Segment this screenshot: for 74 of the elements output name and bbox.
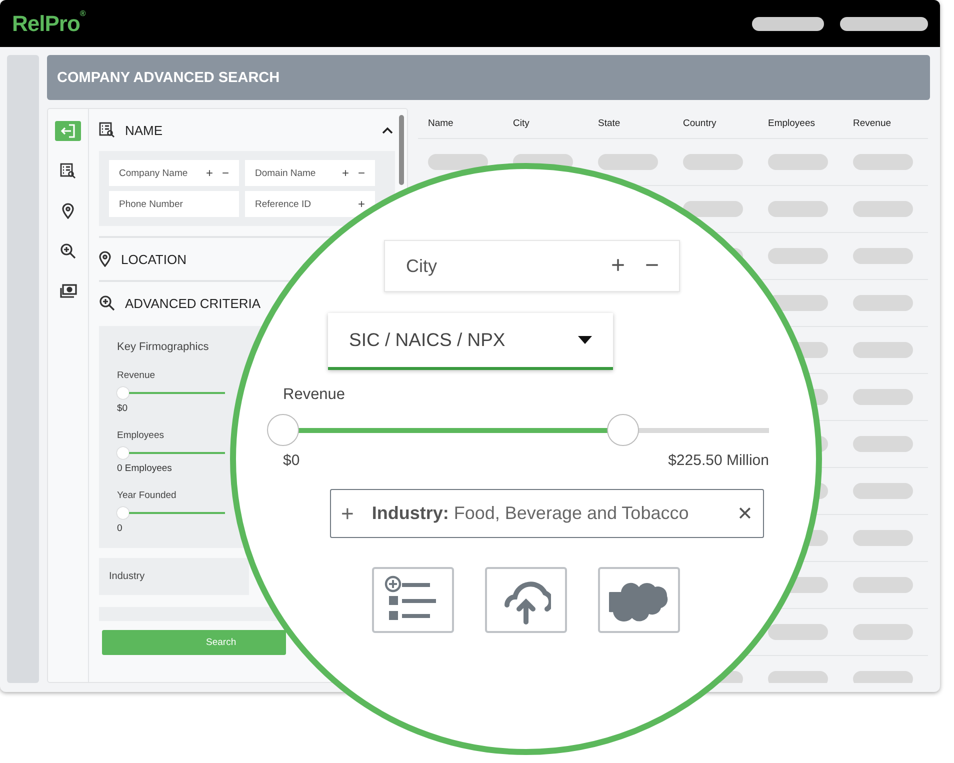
- filter-text: Industry: Food, Beverage and Tobacco: [372, 503, 689, 524]
- name-field[interactable]: Company Name + −: [109, 160, 239, 186]
- column-header: Name: [427, 118, 454, 128]
- caret-icon: [578, 336, 592, 344]
- chevron-icon[interactable]: [382, 126, 393, 134]
- section-title: ADVANCED CRITERIA: [125, 296, 261, 310]
- slider-thumb[interactable]: [117, 447, 129, 459]
- tool-button[interactable]: [598, 567, 680, 633]
- industry-filter[interactable]: + Industry: Food, Beverage and Tobacco ✕: [330, 489, 764, 538]
- money-icon: [60, 284, 76, 298]
- zoom-in-icon: [60, 243, 76, 259]
- name-field[interactable]: Reference ID +: [245, 191, 375, 217]
- page-title: COMPANY ADVANCED SEARCH: [47, 55, 930, 100]
- slider-thumb[interactable]: [117, 387, 129, 399]
- placeholder-bar: [683, 154, 743, 170]
- tool-button[interactable]: [372, 567, 454, 633]
- section-title: LOCATION: [121, 252, 186, 266]
- placeholder-bar: [853, 342, 913, 358]
- zoom-in-icon: [99, 295, 115, 311]
- placeholder-bar: [853, 483, 913, 499]
- placeholder-bar: [598, 154, 658, 170]
- column-header: State: [597, 118, 622, 128]
- close-icon[interactable]: ✕: [737, 502, 753, 526]
- placeholder-bar: [853, 248, 913, 264]
- placeholder-bar: [853, 295, 913, 311]
- column-header: Employees: [767, 118, 816, 128]
- placeholder-bar: [428, 154, 488, 170]
- name-field[interactable]: Phone Number: [109, 191, 239, 217]
- industry-section[interactable]: Industry: [99, 558, 249, 595]
- placeholder-bar: [853, 671, 913, 683]
- slider-thumb[interactable]: [267, 414, 299, 446]
- add-icon[interactable]: +: [341, 500, 354, 526]
- placeholder-bar: [853, 201, 913, 217]
- registered-mark: ®: [80, 8, 86, 20]
- section-title: NAME: [125, 122, 163, 138]
- placeholder-bar: [683, 201, 743, 217]
- slider-reading: $225.50 Million: [668, 452, 769, 469]
- slider-reading: 0: [117, 523, 124, 534]
- column-header: Revenue: [852, 118, 892, 128]
- placeholder-bar: [768, 248, 828, 264]
- placeholder-bar: [853, 624, 913, 640]
- slider-label: Revenue: [117, 370, 156, 381]
- card-title: Key Firmographics: [117, 341, 210, 353]
- placeholder-bar: [853, 436, 913, 452]
- column-header: Country: [682, 118, 718, 128]
- logo: RelPro: [12, 10, 80, 36]
- placeholder-bar: [768, 201, 828, 217]
- tool-button[interactable]: [485, 567, 567, 633]
- placeholder-bar: [768, 154, 828, 170]
- exit-icon: [60, 124, 76, 138]
- slider-reading: $0: [117, 403, 129, 414]
- slider-label: Revenue: [283, 386, 346, 404]
- slider-label: Employees: [117, 430, 165, 441]
- scrollbar[interactable]: [399, 115, 404, 185]
- code-dropdown[interactable]: SIC / NAICS / NPX: [328, 313, 613, 370]
- placeholder-bar: [853, 577, 913, 593]
- list-search-icon: [99, 122, 115, 138]
- list-search-icon: [60, 163, 76, 179]
- slider-thumb[interactable]: [117, 507, 129, 519]
- location-pin-icon: [62, 203, 74, 219]
- placeholder-bar: [768, 624, 828, 640]
- placeholder-bar: [853, 530, 913, 546]
- slider-reading: 0 Employees: [117, 463, 173, 474]
- column-header: City: [512, 118, 530, 128]
- placeholder-bar: [752, 16, 824, 30]
- slider-reading: $0: [283, 452, 300, 469]
- slider-thumb[interactable]: [607, 414, 640, 446]
- placeholder-bar: [853, 389, 913, 405]
- location-pin-icon: [99, 251, 111, 267]
- city-field[interactable]: City + −: [384, 240, 680, 292]
- slider-label: Year Founded: [117, 490, 178, 501]
- placeholder-bar: [853, 154, 913, 170]
- placeholder-bar: [768, 671, 828, 683]
- name-field[interactable]: Domain Name + −: [245, 160, 375, 186]
